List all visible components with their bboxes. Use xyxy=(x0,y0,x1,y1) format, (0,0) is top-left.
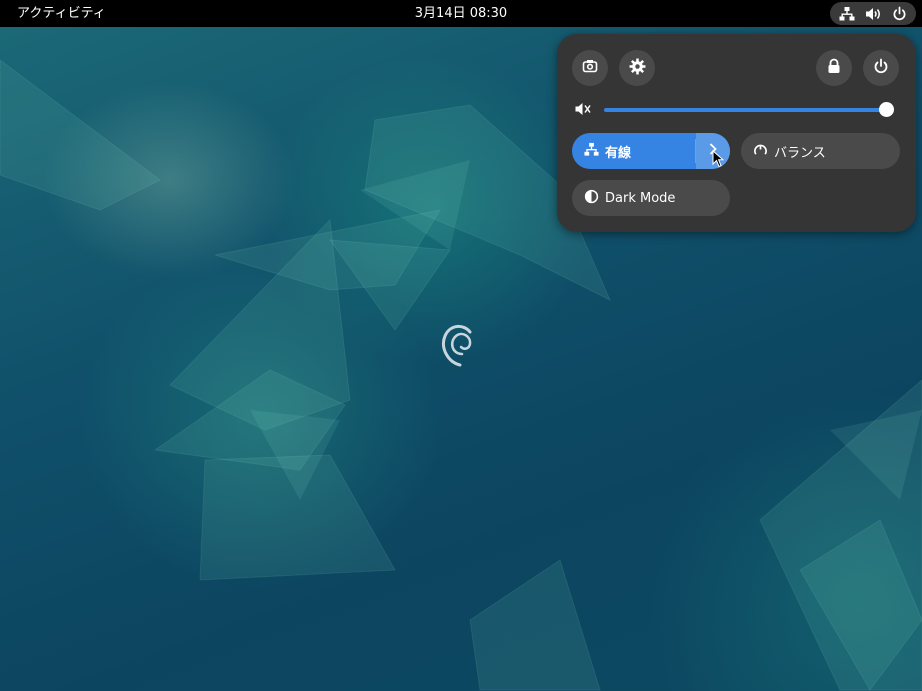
power-profile-toggle[interactable]: バランス xyxy=(741,133,900,169)
camera-icon xyxy=(582,58,598,78)
power-icon xyxy=(892,6,907,21)
volume-slider-handle[interactable] xyxy=(879,102,894,117)
lock-icon xyxy=(827,58,841,78)
screenshot-button[interactable] xyxy=(572,50,608,86)
volume-muted-icon xyxy=(575,101,591,121)
volume-slider-track xyxy=(604,108,888,112)
system-status-button[interactable] xyxy=(830,2,916,25)
clock-button[interactable]: 3月14日 08:30 xyxy=(400,0,522,27)
network-wired-icon xyxy=(584,142,599,161)
dark-mode-toggle[interactable]: Dark Mode xyxy=(572,180,730,216)
mouse-pointer-icon xyxy=(712,150,724,168)
power-icon xyxy=(873,58,889,78)
dark-mode-icon xyxy=(584,189,599,208)
settings-button[interactable] xyxy=(619,50,655,86)
wired-network-label: 有線 xyxy=(605,145,632,161)
power-profile-icon xyxy=(753,142,768,161)
network-wired-icon xyxy=(839,6,855,22)
debian-logo xyxy=(442,325,472,367)
power-profile-label: バランス xyxy=(774,145,826,161)
quick-settings-menu: 有線 バランス Dark Mode xyxy=(557,34,916,232)
volume-slider[interactable] xyxy=(573,98,903,120)
volume-icon xyxy=(865,6,882,22)
gear-icon xyxy=(629,58,646,79)
power-menu-button[interactable] xyxy=(863,50,899,86)
dark-mode-label: Dark Mode xyxy=(605,190,676,206)
wired-network-toggle[interactable]: 有線 xyxy=(572,133,730,169)
top-bar: アクティビティ 3月14日 08:30 xyxy=(0,0,922,27)
lock-screen-button[interactable] xyxy=(816,50,852,86)
activities-button[interactable]: アクティビティ xyxy=(10,0,113,27)
